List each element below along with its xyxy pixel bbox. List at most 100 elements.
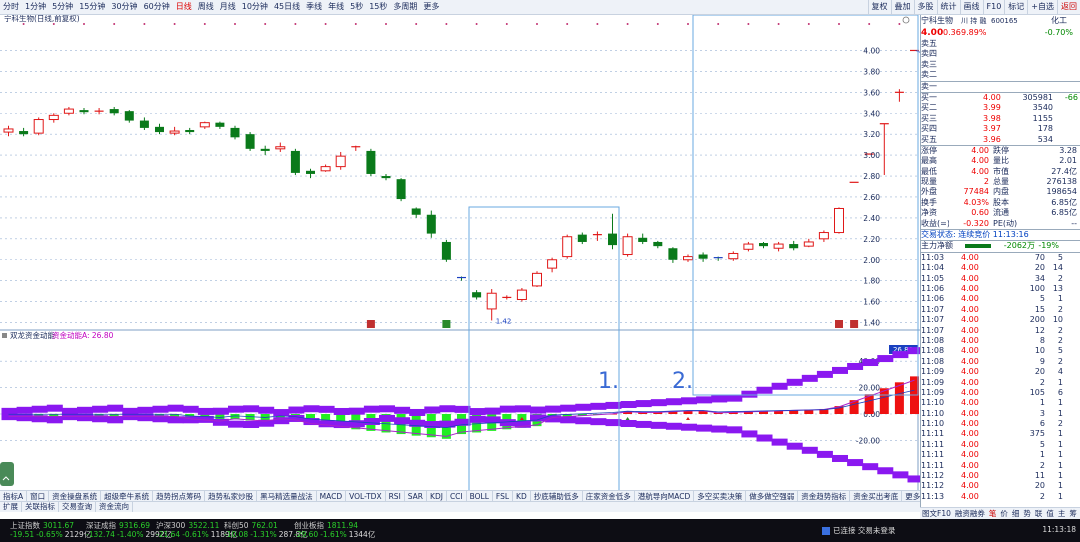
period-tab[interactable]: 15秒 (366, 0, 390, 14)
candle[interactable] (3, 125, 14, 137)
candle[interactable] (622, 233, 633, 257)
event-badge[interactable] (835, 320, 843, 328)
side-tab[interactable] (0, 462, 14, 486)
toolbar-button[interactable]: 复权 (867, 0, 891, 14)
toolbar-button[interactable]: 叠加 (890, 0, 914, 14)
candle[interactable] (486, 289, 497, 321)
toolbar-button[interactable]: F10 (982, 0, 1005, 14)
toolbar-button[interactable]: 标记 (1004, 0, 1027, 14)
toolbar-button[interactable]: 画线 (959, 0, 983, 14)
candle[interactable] (139, 117, 149, 130)
candle[interactable] (728, 251, 739, 261)
candle[interactable] (411, 207, 421, 218)
candle[interactable] (818, 230, 829, 242)
toolbar-button[interactable]: +自选 (1027, 0, 1057, 14)
candle[interactable] (275, 142, 286, 152)
candle[interactable] (547, 257, 558, 273)
candle[interactable] (381, 173, 391, 181)
index-quote[interactable]: 创业板指 1811.94 -29.60 -1.61% 1344亿 (294, 521, 375, 541)
period-tab[interactable]: 更多 (420, 0, 442, 14)
candle[interactable] (290, 148, 300, 175)
candle[interactable] (592, 231, 602, 241)
toolbar-button[interactable]: 多股 (913, 0, 937, 14)
sub-tab[interactable]: 关联指标 (22, 502, 59, 512)
period-tab[interactable]: 周线 (195, 0, 217, 14)
candle[interactable] (743, 241, 754, 252)
candle[interactable] (260, 145, 270, 156)
period-tab[interactable]: 日线 (173, 0, 195, 14)
pane-settings-icon[interactable] (902, 16, 910, 24)
period-tab[interactable]: 1分钟 (22, 0, 49, 14)
candle[interactable] (457, 276, 466, 281)
toolbar-button[interactable]: 统计 (936, 0, 960, 14)
candle[interactable] (155, 123, 164, 135)
candle[interactable] (638, 233, 648, 245)
candle[interactable] (879, 123, 889, 175)
candle[interactable] (351, 145, 361, 151)
candle[interactable] (713, 256, 723, 261)
period-tab[interactable]: 季线 (303, 0, 325, 14)
candle[interactable] (426, 210, 436, 238)
candle[interactable] (834, 207, 844, 234)
selection-rect-1[interactable] (468, 206, 620, 498)
candle[interactable] (19, 127, 29, 137)
index-quote[interactable]: 沪深300 3522.11 -21.64 -0.61% 1189亿 (156, 521, 237, 541)
candle[interactable] (894, 89, 904, 102)
sub-tab[interactable]: 资金流向 (96, 502, 133, 512)
period-tab[interactable]: 年线 (325, 0, 347, 14)
candle[interactable] (577, 232, 587, 245)
period-tab[interactable]: 月线 (217, 0, 239, 14)
candle[interactable] (532, 271, 542, 287)
candle[interactable] (109, 106, 119, 116)
candle[interactable] (562, 234, 573, 259)
period-tab[interactable]: 30分钟 (108, 0, 140, 14)
toolbar-button[interactable]: 返回 (1057, 0, 1080, 14)
kline-chart[interactable]: 宁科生物(日线,前复权) 1.42 4.00 4.00 3.80 3.60 3.40 3.20… (0, 13, 941, 500)
candle[interactable] (502, 295, 512, 300)
period-tab[interactable]: 60分钟 (141, 0, 173, 14)
period-tab[interactable]: 多周期 (390, 0, 420, 14)
indicator-settings-icon[interactable] (2, 333, 7, 338)
candle[interactable] (803, 238, 814, 248)
connection-status[interactable]: 已连接 交易未登录 (822, 525, 895, 536)
candle[interactable] (199, 121, 210, 129)
candle[interactable] (653, 240, 663, 249)
index-quote[interactable]: 深证成指 9316.69 -132.74 -1.40% 2992亿 (86, 521, 172, 541)
chart-area[interactable]: 宁科生物(日线,前复权) 1.42 4.00 4.00 3.80 3.60 3.40 3.20… (0, 13, 941, 500)
sub-tab[interactable]: 扩展 (0, 502, 22, 512)
candle[interactable] (215, 121, 225, 129)
period-tab[interactable]: 15分钟 (76, 0, 108, 14)
candle[interactable] (608, 213, 617, 250)
candle[interactable] (48, 113, 59, 123)
candle[interactable] (773, 241, 784, 252)
event-badge[interactable] (850, 320, 859, 328)
candle[interactable] (245, 132, 255, 151)
period-tab[interactable]: 10分钟 (239, 0, 271, 14)
candle[interactable] (516, 288, 527, 302)
candle[interactable] (698, 252, 708, 262)
candle[interactable] (124, 110, 134, 123)
candle[interactable] (441, 239, 451, 262)
candle[interactable] (683, 254, 693, 262)
index-quote[interactable]: 科创50 762.01 -10.08 -1.31% 287.8亿 (224, 521, 308, 541)
event-badge[interactable] (442, 320, 451, 328)
period-tab[interactable]: 5秒 (347, 0, 366, 14)
candle[interactable] (185, 127, 195, 135)
period-tab[interactable]: 45日线 (271, 0, 303, 14)
index-quote[interactable]: 上证指数 3011.67 -19.51 -0.65% 2129亿 (10, 521, 91, 541)
sector-name[interactable]: 化工 (1031, 15, 1071, 27)
candle[interactable] (335, 151, 346, 170)
event-badge[interactable] (366, 320, 375, 328)
candle[interactable] (230, 125, 240, 140)
candle[interactable] (759, 241, 768, 249)
candle[interactable] (306, 168, 315, 179)
candle[interactable] (366, 148, 376, 177)
selection-rect-2[interactable] (692, 14, 919, 396)
candle[interactable] (472, 290, 482, 300)
candle[interactable] (320, 164, 331, 172)
candle[interactable] (33, 117, 44, 136)
period-tab[interactable]: 分时 (0, 0, 22, 14)
candle[interactable] (668, 247, 678, 263)
candle[interactable] (63, 106, 74, 116)
period-tab[interactable]: 5分钟 (49, 0, 76, 14)
